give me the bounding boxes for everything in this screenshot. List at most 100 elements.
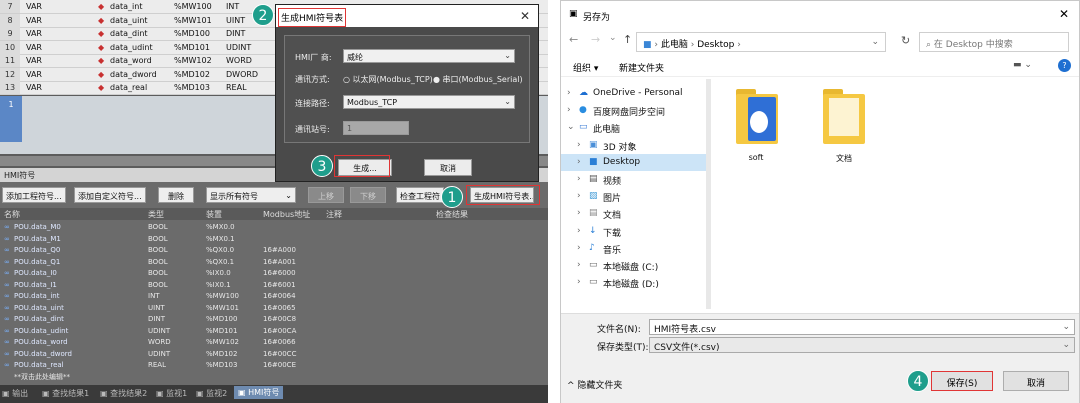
expand-icon[interactable]: › <box>577 140 581 150</box>
add-custom-symbol-button[interactable]: 添加自定义符号... <box>74 187 146 203</box>
breadcrumb-desktop[interactable]: Desktop <box>697 40 734 50</box>
expand-icon[interactable]: › <box>577 243 581 253</box>
move-down-button[interactable]: 下移 <box>350 187 386 203</box>
symbol-type: BOOL <box>148 280 168 289</box>
close-icon[interactable]: ✕ <box>1059 7 1069 21</box>
symbol-row[interactable]: ∞ POU.data_M0 BOOL %MX0.0 <box>0 222 548 232</box>
symbol-row[interactable]: ∞ POU.data_real REAL %MD103 16#00CE <box>0 360 548 370</box>
view-icon[interactable]: ▬ ⌄ <box>1013 60 1032 70</box>
var-type: DINT <box>226 29 246 38</box>
refresh-icon[interactable]: ↻ <box>901 34 910 47</box>
expand-icon[interactable]: › <box>577 208 581 218</box>
folder-icon[interactable] <box>736 89 778 145</box>
tree-item[interactable]: › ■ Desktop <box>561 153 706 171</box>
breadcrumb-pc[interactable]: 此电脑 <box>661 40 688 50</box>
file-list: soft 文档 <box>711 79 1076 309</box>
symbol-row[interactable]: ∞ POU.data_M1 BOOL %MX0.1 <box>0 234 548 244</box>
help-icon[interactable]: ? <box>1058 59 1071 72</box>
symbol-type: REAL <box>148 361 166 369</box>
expand-icon[interactable]: › <box>567 105 571 115</box>
save-button[interactable]: 保存(S) <box>931 371 993 391</box>
tree-item[interactable]: › ♪ 音乐 <box>561 240 706 257</box>
step-badge-3: 3 <box>311 155 333 177</box>
new-folder-button[interactable]: 新建文件夹 <box>619 61 664 74</box>
expand-icon[interactable]: › <box>577 191 581 201</box>
symbol-device: %MD102 <box>206 349 238 358</box>
tree-item[interactable]: › ↓ 下载 <box>561 223 706 240</box>
tree-item[interactable]: › ☁ OneDrive - Personal <box>561 85 706 102</box>
add-project-symbol-button[interactable]: 添加工程符号... <box>2 187 66 203</box>
tab-output[interactable]: ▣ 输出 <box>2 388 28 399</box>
filter-select[interactable]: 显示所有符号 ⌄ <box>206 187 296 203</box>
symbol-row[interactable]: ∞ POU.data_word WORD %MW102 16#0066 <box>0 337 548 347</box>
expand-icon[interactable]: › <box>577 157 581 167</box>
tab-find2[interactable]: ▣ 查找结果2 <box>100 388 147 399</box>
symbol-modbus: 16#00C8 <box>263 315 297 323</box>
symbol-row[interactable]: ∞ POU.data_Q0 BOOL %QX0.0 16#A000 <box>0 245 548 255</box>
filetype-select[interactable]: CSV文件(*.csv) ⌄ <box>649 337 1075 353</box>
check-project-button[interactable]: 检查工程符 <box>396 187 444 203</box>
tab-hmi-symbol[interactable]: ▣ HMI符号 <box>234 386 284 399</box>
symbol-row[interactable]: ∞ POU.data_Q1 BOOL %QX0.1 16#A001 <box>0 257 548 267</box>
symbol-row[interactable]: ∞ POU.data_I0 BOOL %IX0.0 16#6000 <box>0 268 548 278</box>
var-address: %MW100 <box>174 2 212 11</box>
tree-item[interactable]: › ▭ 本地磁盘 (C:) <box>561 257 706 274</box>
expand-icon[interactable]: › <box>577 277 581 287</box>
close-icon[interactable]: ✕ <box>520 9 530 23</box>
organize-menu[interactable]: 组织 ▾ <box>573 61 598 74</box>
tree-label: OneDrive - Personal <box>593 88 683 98</box>
tree-item[interactable]: › ▨ 图片 <box>561 188 706 205</box>
symbol-row[interactable]: ∞ POU.data_uint UINT %MW101 16#0065 <box>0 303 548 313</box>
tree-item[interactable]: › ▤ 视频 <box>561 171 706 188</box>
save-cancel-button[interactable]: 取消 <box>1003 371 1069 391</box>
chevron-down-icon[interactable]: ⌄ <box>609 33 617 43</box>
radio-label: 以太网(Modbus_TCP) <box>352 75 433 84</box>
tree-item[interactable]: › ▣ 3D 对象 <box>561 137 706 154</box>
chevron-down-icon[interactable]: ⌄ <box>1062 322 1070 332</box>
var-name: data_uint <box>110 15 148 25</box>
folder-icon[interactable] <box>823 89 865 145</box>
tab-watch2[interactable]: ▣ 监视2 <box>196 388 227 399</box>
path-select[interactable]: Modbus_TCP ⌄ <box>343 95 515 109</box>
symbol-row[interactable]: ∞ POU.data_dword UDINT %MD102 16#00CC <box>0 349 548 359</box>
symbol-row[interactable]: ∞ POU.data_int INT %MW100 16#0064 <box>0 291 548 301</box>
expand-icon[interactable]: › <box>577 226 581 236</box>
tree-item[interactable]: ⌄ ▭ 此电脑 <box>561 119 706 136</box>
delete-button[interactable]: 删除 <box>158 187 194 203</box>
tab-find1[interactable]: ▣ 查找结果1 <box>42 388 89 399</box>
expand-icon[interactable]: › <box>567 88 571 98</box>
forward-icon[interactable]: → <box>591 33 600 46</box>
var-type: INT <box>226 2 240 11</box>
station-input[interactable]: 1 <box>343 121 409 135</box>
cancel-button[interactable]: 取消 <box>424 159 472 176</box>
filter-value: 显示所有符号 <box>210 192 258 201</box>
address-bar[interactable]: ■ › 此电脑 › Desktop › ⌄ <box>636 32 886 52</box>
command-bar: 组织 ▾ 新建文件夹 ▬ ⌄ ? <box>561 57 1079 77</box>
symbol-row[interactable]: ∞ POU.data_I1 BOOL %IX0.1 16#6001 <box>0 280 548 290</box>
expand-icon[interactable]: › <box>577 174 581 184</box>
search-input[interactable]: ⌕ 在 Desktop 中搜索 <box>919 32 1069 52</box>
generate-hmi-dialog: 生成HMI符号表 ✕ HMI厂 商: 威纶 ⌄ 通讯方式: ○ 以太网(Modbu… <box>275 4 539 182</box>
tab-watch1[interactable]: ▣ 监视1 <box>156 388 187 399</box>
hide-folders-toggle[interactable]: ^ 隐藏文件夹 <box>567 378 622 391</box>
comm-radio-ethernet[interactable]: ○ 以太网(Modbus_TCP) <box>343 74 433 85</box>
symbol-row[interactable]: ∞ POU.data_udint UDINT %MD101 16#00CA <box>0 326 548 336</box>
variable-icon: ◆ <box>98 2 105 11</box>
expand-icon[interactable]: › <box>577 260 581 270</box>
tree-item[interactable]: › ▭ 本地磁盘 (D:) <box>561 274 706 291</box>
dblclick-hint-row[interactable]: **双击此处编辑** <box>0 371 548 381</box>
symbol-row[interactable]: ∞ POU.data_dint DINT %MD100 16#00C8 <box>0 314 548 324</box>
vendor-select[interactable]: 威纶 ⌄ <box>343 49 515 63</box>
comm-radio-serial[interactable]: ● 串口(Modbus_Serial) <box>433 74 523 85</box>
back-icon[interactable]: ← <box>569 33 578 46</box>
chevron-down-icon[interactable]: ⌄ <box>871 37 879 47</box>
move-up-button[interactable]: 上移 <box>308 187 344 203</box>
tree-icon: ▤ <box>589 174 598 184</box>
expand-icon[interactable]: ⌄ <box>567 122 575 132</box>
tree-label: 音乐 <box>603 245 622 256</box>
tree-item[interactable]: › ▤ 文档 <box>561 205 706 222</box>
link-icon: ∞ <box>4 349 10 358</box>
filename-input[interactable]: HMI符号表.csv ⌄ <box>649 319 1075 335</box>
up-icon[interactable]: ↑ <box>623 33 632 46</box>
tree-item[interactable]: › ● 百度网盘同步空间 <box>561 102 706 119</box>
